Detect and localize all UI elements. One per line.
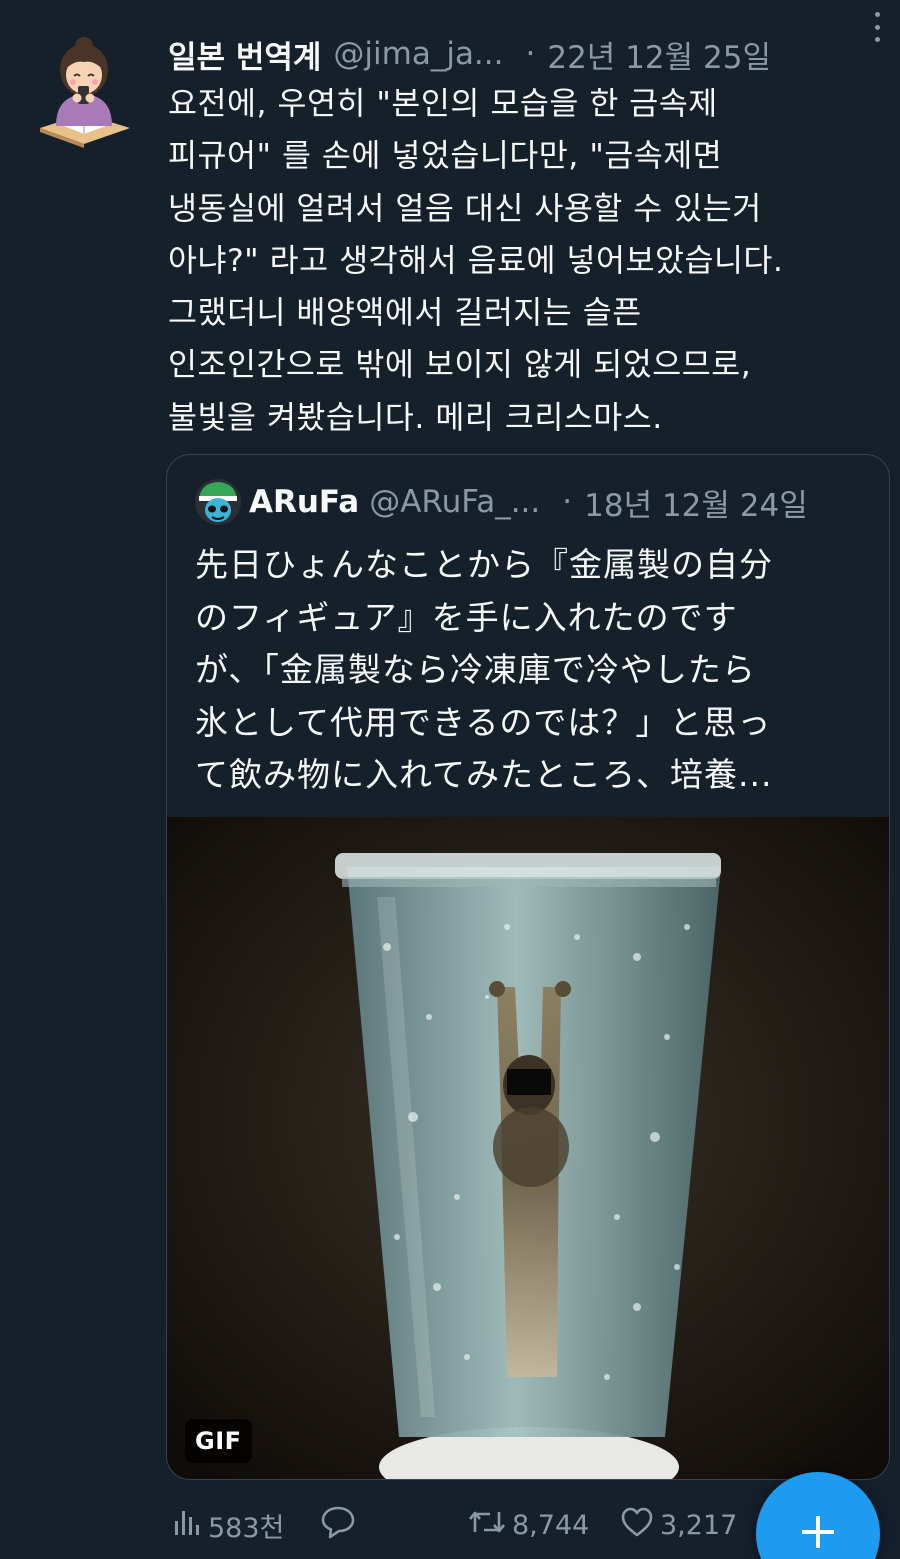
speech-bubble-icon [320,1505,362,1546]
tweet-text-line: 그랬더니 배양액에서 길러지는 슬픈 [168,295,642,332]
retweet-count: 8,744 [512,1509,590,1541]
tweet-text-line: 피규어" 를 손에 넣었습니다만, "금속제면 [168,138,723,175]
quoted-text-line: て飲み物に入れてみたところ、培養... [195,755,773,794]
tweet-date[interactable]: 22년 12월 25일 [547,32,771,77]
quoted-text: 先日ひょんなことから『金属製の自分 のフィギュア』を手に入れたのです が、「金属… [195,539,875,802]
gif-media[interactable]: GIF [167,817,889,1479]
author-avatar[interactable] [34,30,134,148]
author-handle[interactable]: @jima_ja... [333,36,503,72]
tweet-text-line: 불빛을 켜봤습니다. 메리 크리스마스. [168,399,663,436]
quoted-author-avatar[interactable] [195,479,241,525]
like-count: 3,217 [660,1509,738,1541]
tweet-text-line: 아냐?" 라고 생각해서 음료에 넣어보았습니다. [168,242,784,279]
more-dots-icon[interactable] [870,12,884,42]
tweet-text-line: 인조인간으로 밖에 보이지 않게 되었으므로, [168,347,752,384]
gif-badge: GIF [185,1419,252,1463]
author-display-name[interactable]: 일본 번역계 [168,32,321,77]
tweet-text-line: 냉동실에 얼려서 얼음 대신 사용할 수 있는거 [168,190,762,227]
retweet-action[interactable]: 8,744 [468,1500,589,1550]
heart-icon [620,1506,660,1545]
tweet-text-line: 요전에, 우연히 "본인의 모습을 한 금속제 [168,86,718,122]
quoted-text-line: 先日ひょんなことから『金属製の自分 [195,545,773,584]
retweet-icon [468,1507,512,1544]
tweet-actions: 583천 8,744 3,217 [168,1500,768,1550]
separator-dot: · [525,36,536,72]
views-count: 583천 [208,1512,285,1544]
tweet[interactable]: 일본 번역계 @jima_ja... · 22년 12월 25일 요전에, 우연… [0,0,900,1559]
quoted-tweet[interactable]: ARuFa @ARuFa_... · 18년 12월 24일 先日ひょんなことか… [166,454,890,1480]
quoted-text-line: が、「金属製なら冷凍庫で冷やしたら [195,650,756,689]
compose-button[interactable] [756,1472,880,1559]
tweet-text: 요전에, 우연히 "본인의 모습을 한 금속제 피규어" 를 손에 넣었습니다만… [168,78,888,444]
like-action[interactable]: 3,217 [620,1500,737,1550]
quoted-text-line: 氷として代用できるのでは？」と思っ [195,702,772,742]
bar-chart-icon [172,1507,208,1544]
quoted-text-line: のフィギュア』を手に入れたのです [195,597,738,637]
quoted-date: 18년 12월 24일 [584,487,808,524]
reply-action[interactable] [320,1500,362,1550]
plus-icon [798,1512,838,1556]
quoted-header: ARuFa @ARuFa_... · 18년 12월 24일 [249,477,875,527]
quoted-handle: @ARuFa_... [369,484,541,520]
tweet-header: 일본 번역계 @jima_ja... · 22년 12월 25일 [168,28,880,80]
views-action[interactable]: 583천 [172,1500,284,1550]
quoted-display-name: ARuFa [249,484,360,520]
separator-dot: · [562,484,573,520]
